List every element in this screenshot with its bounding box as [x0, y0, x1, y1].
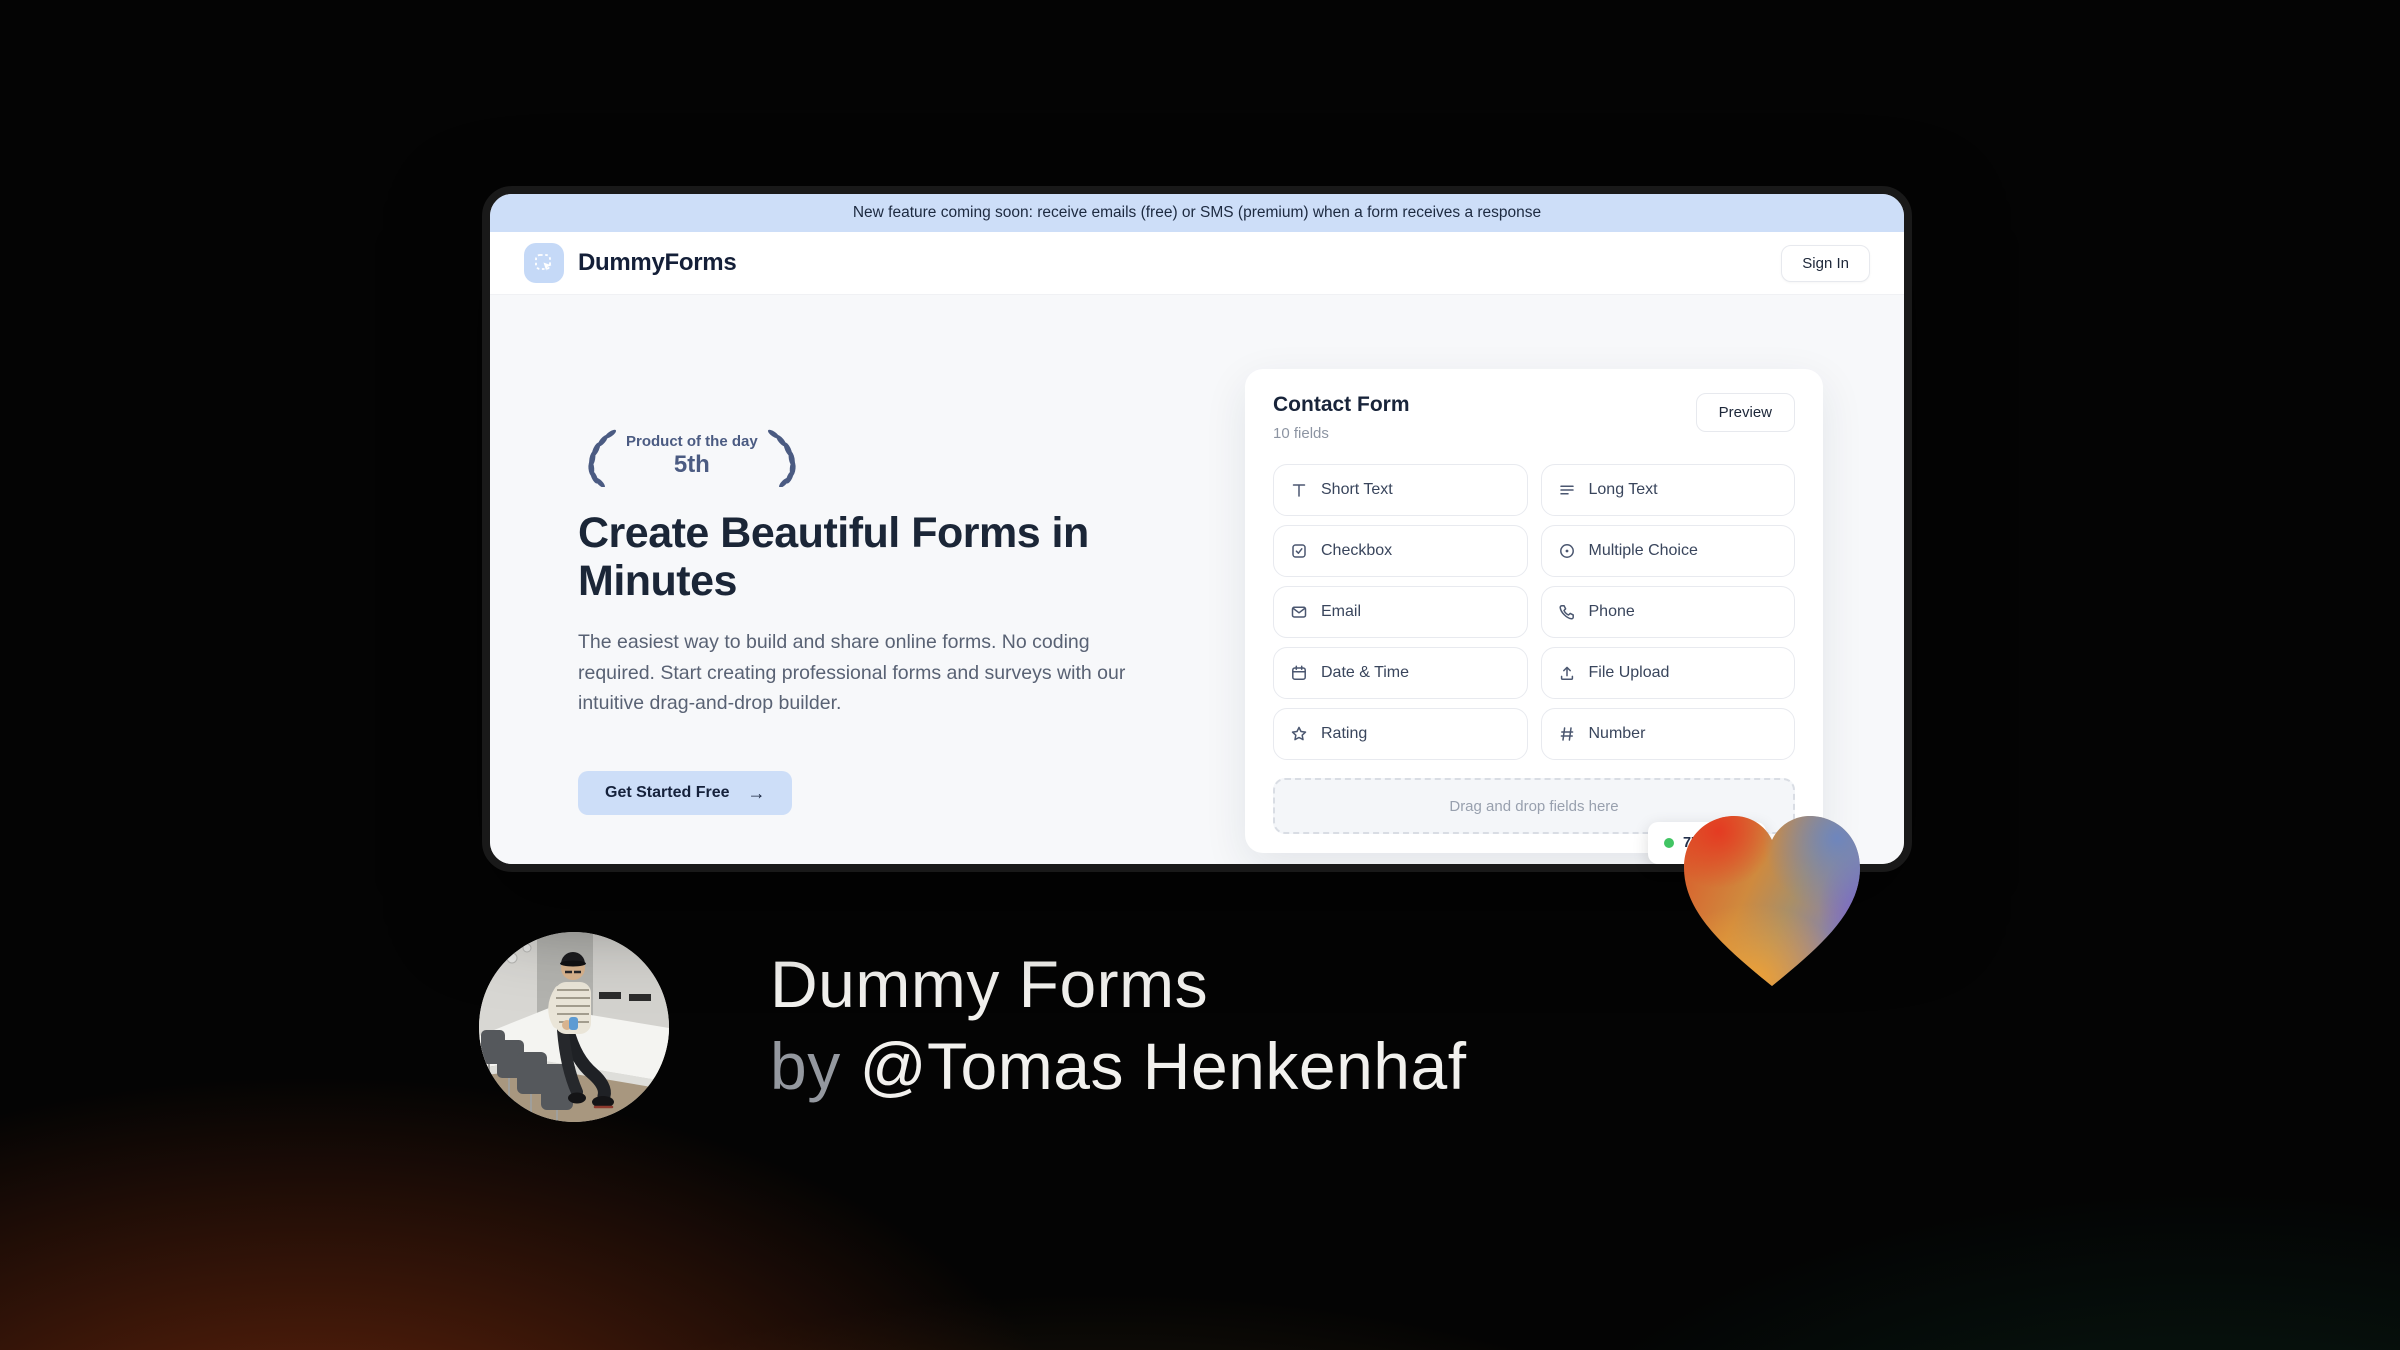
multiple-choice-icon [1557, 541, 1577, 561]
field-button[interactable]: Number [1540, 708, 1795, 760]
long-text-icon [1557, 480, 1577, 500]
green-dot-icon [1664, 838, 1674, 848]
brand-logo[interactable] [524, 243, 564, 283]
form-builder-card: Contact Form 10 fields Preview Short Tex… [1245, 369, 1823, 853]
drag-drop-text: Drag and drop fields here [1449, 797, 1619, 815]
field-button[interactable]: Date & Time [1273, 647, 1528, 699]
rating-icon [1289, 724, 1309, 744]
field-button[interactable]: File Upload [1540, 647, 1795, 699]
form-cursor-icon [535, 254, 552, 271]
field-button[interactable]: Checkbox [1273, 525, 1528, 577]
browser-mockup: New feature coming soon: receive emails … [482, 186, 1912, 872]
field-button[interactable]: Rating [1273, 708, 1528, 760]
product-of-the-day-badge: Product of the day 5th [578, 425, 806, 487]
field-button[interactable]: Email [1273, 586, 1528, 638]
attribution-caption: Dummy Forms by @Tomas Henkenhaf [770, 944, 1467, 1108]
laurel-right-icon [767, 429, 796, 487]
attribution-byline-prefix: by [770, 1028, 841, 1103]
email-icon [1289, 602, 1309, 622]
announcement-banner: New feature coming soon: receive emails … [490, 194, 1904, 232]
badge-title: Product of the day [626, 433, 758, 450]
hero-heading: Create Beautiful Forms in Minutes [578, 509, 1089, 606]
sign-in-button[interactable]: Sign In [1781, 244, 1870, 282]
short-text-icon [1289, 480, 1309, 500]
get-started-button[interactable]: Get Started Free → [578, 771, 793, 816]
field-button[interactable]: Phone [1540, 586, 1795, 638]
brand-name[interactable]: DummyForms [578, 249, 737, 277]
badge-rank: 5th [673, 451, 710, 478]
laurel-left-icon [588, 429, 617, 487]
hero-paragraph: The easiest way to build and share onlin… [578, 631, 1126, 714]
get-started-label: Get Started Free [605, 784, 730, 802]
arrow-right-icon: → [747, 783, 766, 804]
date-time-icon [1289, 663, 1309, 683]
hero-left-column: Product of the day 5th Create Beautiful … [578, 425, 1156, 816]
form-title: Contact Form [1273, 393, 1410, 416]
announcement-text: New feature coming soon: receive emails … [852, 204, 1542, 221]
field-button[interactable]: Long Text [1540, 464, 1795, 516]
field-type-grid: Short Text Long Text Checkbox Multiple C… [1273, 464, 1795, 760]
site-header: DummyForms Sign In [490, 232, 1904, 295]
checkbox-icon [1289, 541, 1309, 561]
hero-section: Product of the day 5th Create Beautiful … [490, 295, 1904, 864]
field-button[interactable]: Multiple Choice [1540, 525, 1795, 577]
form-field-count: 10 fields [1273, 425, 1329, 442]
number-icon [1557, 724, 1577, 744]
avatar [479, 932, 669, 1122]
field-button[interactable]: Short Text [1273, 464, 1528, 516]
attribution-title: Dummy Forms [770, 947, 1209, 1021]
preview-button[interactable]: Preview [1695, 393, 1795, 432]
avatar-photo-illustration [479, 932, 669, 1122]
file-upload-icon [1557, 663, 1577, 683]
phone-icon [1557, 602, 1577, 622]
attribution-handle: @Tomas Henkenhaf [859, 1028, 1467, 1103]
